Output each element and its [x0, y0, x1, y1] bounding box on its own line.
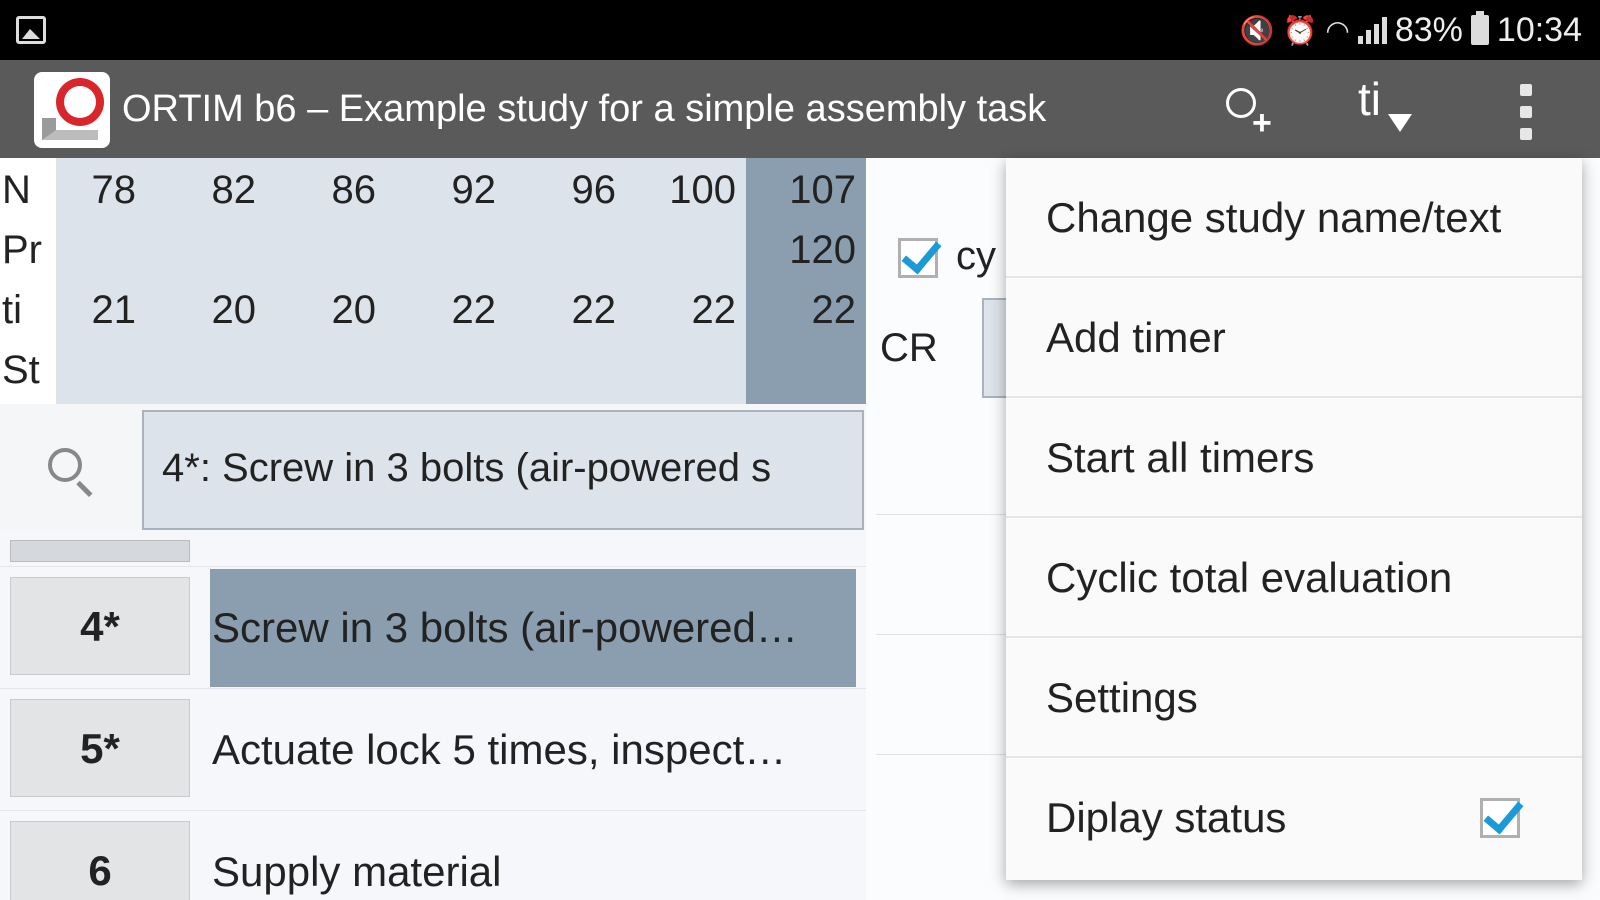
element-list: 4* Screw in 3 bolts (air-powered… 5* Act…: [0, 530, 866, 900]
cell-n: 92: [451, 168, 497, 212]
battery-percent: 83%: [1394, 10, 1463, 49]
battery-icon: [1470, 11, 1489, 45]
cell-n: 86: [331, 168, 377, 212]
measurement-table: N Pr ti St 78 82 86 92 96 100 107 120 21…: [0, 158, 866, 404]
menu-item-label: Settings: [1046, 674, 1198, 721]
cell-ti: 22: [811, 288, 857, 332]
table-cells: [56, 158, 746, 404]
menu-item-cyclic-total-evaluation[interactable]: Cyclic total evaluation: [1006, 518, 1582, 638]
menu-item-label: Change study name/text: [1046, 194, 1502, 241]
cr-label: CR: [880, 326, 938, 370]
cell-n: 107: [789, 168, 856, 212]
more-vert-icon[interactable]: [1520, 84, 1534, 140]
list-item[interactable]: 5* Actuate lock 5 times, inspect…: [0, 688, 866, 810]
app-title: ORTIM b6 – Example study for a simple as…: [122, 88, 1047, 130]
cell-ti: 22: [691, 288, 737, 332]
screen: 🔇 ⏰ ◠ 83% 10:34 ORTIM b6 – Example study…: [0, 0, 1600, 900]
mute-icon: 🔇: [1239, 14, 1275, 46]
alarm-icon: ⏰: [1282, 14, 1318, 46]
overflow-menu: Change study name/text Add timer Start a…: [1006, 158, 1582, 880]
search-icon[interactable]: [48, 448, 82, 482]
menu-item-label: Start all timers: [1046, 434, 1315, 481]
menu-item-settings[interactable]: Settings: [1006, 638, 1582, 758]
menu-item-label: Cyclic total evaluation: [1046, 554, 1453, 601]
cell-n: 100: [669, 168, 736, 212]
menu-item-label: Diplay status: [1046, 794, 1287, 841]
cell-n: 96: [571, 168, 617, 212]
status-bar: 🔇 ⏰ ◠ 83% 10:34: [0, 0, 1600, 60]
menu-item-display-status[interactable]: Diplay status: [1006, 758, 1582, 878]
list-item[interactable]: 6 Supply material: [0, 810, 866, 900]
cell-n: 82: [211, 168, 257, 212]
list-item-text[interactable]: Supply material: [210, 811, 856, 900]
wifi-icon: ◠: [1325, 14, 1350, 46]
display-status-checkbox[interactable]: [1480, 798, 1520, 838]
cell-ti: 21: [91, 288, 137, 332]
menu-item-change-study-name[interactable]: Change study name/text: [1006, 158, 1582, 278]
list-separator: [10, 540, 190, 562]
list-item-number[interactable]: 4*: [10, 577, 190, 675]
list-item-text[interactable]: Screw in 3 bolts (air-powered…: [210, 569, 856, 687]
list-item-number[interactable]: 6: [10, 821, 190, 900]
cell-ti: 22: [571, 288, 617, 332]
cell-ti: 22: [451, 288, 497, 332]
add-timer-icon[interactable]: +: [1224, 78, 1280, 140]
status-icons: 🔇 ⏰ ◠ 83% 10:34: [1240, 10, 1582, 50]
gallery-icon: [16, 16, 46, 44]
list-item[interactable]: 4* Screw in 3 bolts (air-powered…: [0, 566, 866, 688]
list-item-text[interactable]: Actuate lock 5 times, inspect…: [210, 689, 856, 811]
cell-ti: 20: [331, 288, 377, 332]
row-label-pr: Pr: [2, 228, 42, 272]
sort-ti-icon[interactable]: ti: [1358, 72, 1412, 132]
signal-icon: [1357, 16, 1387, 44]
cyclic-label: cy: [956, 234, 996, 278]
menu-item-add-timer[interactable]: Add timer: [1006, 278, 1582, 398]
search-row: 4*: Screw in 3 bolts (air-powered s: [0, 404, 866, 530]
menu-item-label: Add timer: [1046, 314, 1226, 361]
search-field[interactable]: 4*: Screw in 3 bolts (air-powered s: [142, 410, 864, 530]
app-logo: [34, 72, 110, 148]
sort-ti-label: ti: [1358, 73, 1381, 125]
list-item-number[interactable]: 5*: [10, 699, 190, 797]
row-label-st: St: [2, 348, 40, 392]
cyclic-checkbox[interactable]: [898, 238, 938, 278]
clock-time: 10:34: [1496, 10, 1582, 49]
cell-ti: 20: [211, 288, 257, 332]
cell-pr: 120: [789, 228, 856, 272]
app-bar: ORTIM b6 – Example study for a simple as…: [0, 60, 1600, 158]
menu-item-start-all-timers[interactable]: Start all timers: [1006, 398, 1582, 518]
cell-n: 78: [91, 168, 137, 212]
